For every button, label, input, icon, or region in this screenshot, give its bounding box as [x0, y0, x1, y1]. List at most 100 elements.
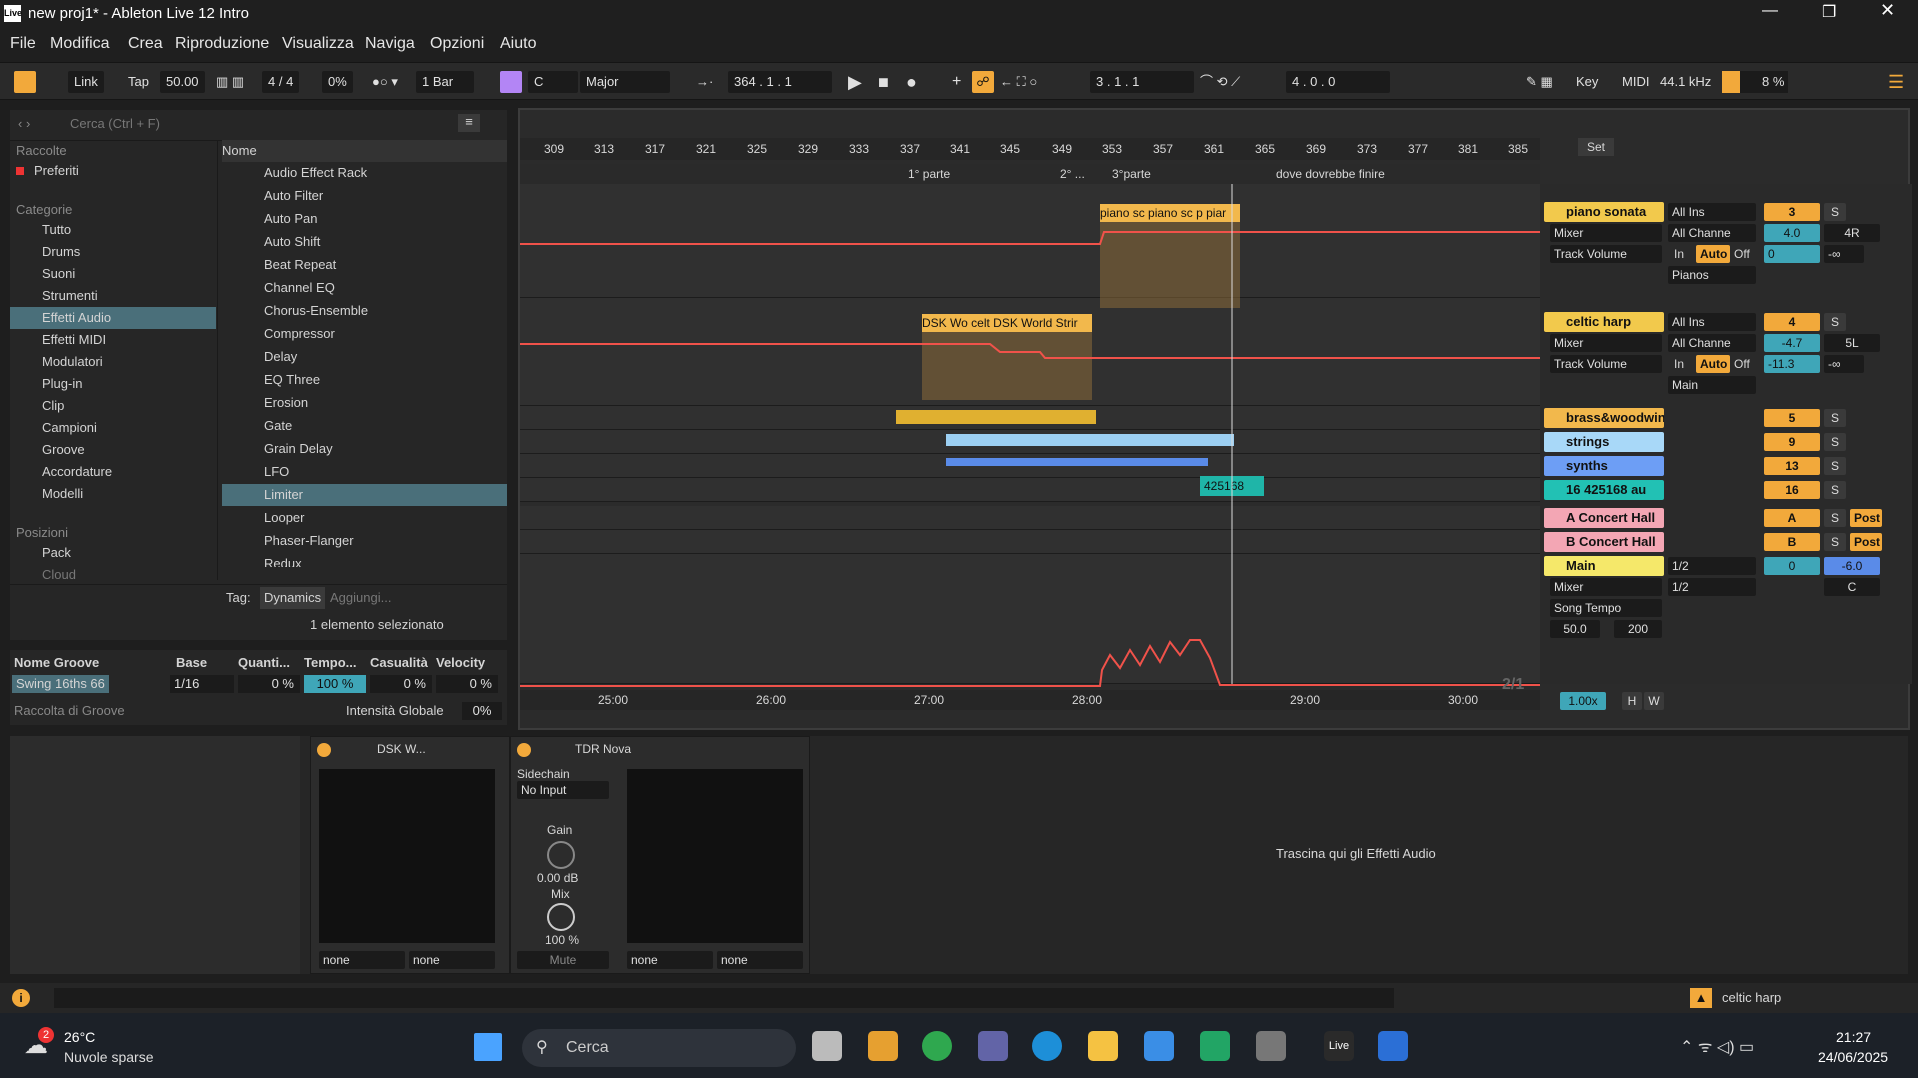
search-box[interactable]: ⚲ Cerca [522, 1029, 796, 1067]
device-tdr-nova[interactable]: TDR Nova Sidechain No Input Gain 0.00 dB… [510, 736, 810, 974]
link-button[interactable]: Link [68, 71, 104, 93]
tempo-min[interactable]: 50.0 [1550, 620, 1600, 638]
automation-param[interactable]: Track Volume [1550, 355, 1662, 373]
sidebar-item-plugin[interactable]: Plug-in [42, 373, 82, 395]
view-toggle-icon[interactable] [14, 71, 36, 93]
draw-mode-icon[interactable]: ✎ ▦ [1526, 71, 1553, 93]
sidebar-item-modulatori[interactable]: Modulatori [42, 351, 103, 373]
loop-length[interactable]: 4 . 0 . 0 [1286, 71, 1390, 93]
list-item[interactable]: Grain Delay [264, 438, 333, 460]
monitor-in[interactable]: In [1670, 245, 1694, 263]
track-header-audio16[interactable]: 16 425168 au [1544, 480, 1664, 500]
monitor-auto[interactable]: Auto [1696, 245, 1730, 263]
swing-field[interactable]: 0% [322, 71, 353, 93]
list-item[interactable]: Erosion [264, 392, 308, 414]
send-field[interactable]: 0 [1764, 245, 1820, 263]
output-select[interactable]: Main [1668, 376, 1756, 394]
monitor-in[interactable]: In [1670, 355, 1694, 373]
list-item[interactable]: Gate [264, 415, 292, 437]
tempo-max[interactable]: 200 [1614, 620, 1662, 638]
track-number[interactable]: 4 [1764, 313, 1820, 331]
loop-icons[interactable]: ⌒ ⟲ ⟋ [1200, 71, 1240, 93]
groove-base[interactable]: 1/16 [170, 675, 234, 693]
input-select[interactable]: All Ins [1668, 313, 1756, 331]
track-header-piano[interactable]: piano sonata [1544, 202, 1664, 222]
overdub-icon[interactable]: + [952, 71, 961, 93]
clock-date[interactable]: 24/06/2025 [1818, 1049, 1888, 1065]
sidebar-item-suoni[interactable]: Suoni [42, 263, 75, 285]
midi-map-button[interactable]: MIDI [1622, 71, 1649, 93]
list-item[interactable]: Looper [264, 507, 304, 529]
ableton-icon[interactable]: Live [1324, 1031, 1354, 1061]
list-item[interactable]: Channel EQ [264, 277, 335, 299]
sidebar-item-groove[interactable]: Groove [42, 439, 85, 461]
macro-select[interactable]: none [319, 951, 405, 969]
menu-visualizza[interactable]: Visualizza [282, 35, 354, 53]
tag-dynamics[interactable]: Dynamics [260, 587, 326, 609]
menu-naviga[interactable]: Naviga [365, 35, 415, 53]
time-signature[interactable]: 4 / 4 [262, 71, 300, 93]
track-header-return-b[interactable]: B Concert Hall [1544, 532, 1664, 552]
pan-field[interactable]: 5L [1824, 334, 1880, 352]
groove-timing[interactable]: 100 % [304, 675, 366, 693]
channel-select[interactable]: All Channe [1668, 334, 1756, 352]
punch-icons[interactable]: ← ⛶ ○ [1000, 71, 1037, 93]
maximize-icon[interactable]: ❐ [1822, 2, 1836, 22]
list-item[interactable]: EQ Three [264, 369, 320, 391]
automation-lines[interactable] [520, 110, 1540, 710]
list-item[interactable]: Redux [264, 553, 302, 567]
scale-select[interactable]: Major [580, 71, 670, 93]
track-number[interactable]: 13 [1764, 457, 1820, 475]
menu-aiuto[interactable]: Aiuto [500, 35, 536, 53]
sidebar-item-effetti-midi[interactable]: Effetti MIDI [42, 329, 106, 351]
solo-button[interactable]: S [1824, 457, 1846, 475]
track-number[interactable]: 9 [1764, 433, 1820, 451]
edge-icon[interactable] [1032, 1031, 1062, 1061]
sidebar-item-modelli[interactable]: Modelli [42, 483, 83, 505]
main-auto-param[interactable]: Song Tempo [1550, 599, 1662, 617]
list-item[interactable]: Chorus-Ensemble [264, 300, 368, 322]
automation-param[interactable]: Track Volume [1550, 245, 1662, 263]
output-select[interactable]: Pianos [1668, 266, 1756, 284]
menu-icon[interactable]: ☰ [1888, 71, 1904, 93]
sidebar-item-preferiti[interactable]: Preferiti [16, 160, 79, 182]
sidebar-item-clip[interactable]: Clip [42, 395, 64, 417]
main-input[interactable]: 1/2 [1668, 557, 1756, 575]
menu-crea[interactable]: Crea [128, 35, 163, 53]
play-icon[interactable]: ▶ [848, 71, 862, 93]
stop-icon[interactable]: ■ [878, 71, 889, 93]
info-icon[interactable]: i [12, 989, 30, 1007]
key-map-button[interactable]: Key [1576, 71, 1598, 93]
track-header-main[interactable]: Main [1544, 556, 1664, 576]
solo-button[interactable]: S [1824, 533, 1846, 551]
explorer-icon[interactable] [1088, 1031, 1118, 1061]
metronome-icon[interactable]: ▥ ▥ [216, 71, 244, 93]
monitor-off[interactable]: Off [1730, 355, 1758, 373]
list-item[interactable]: Auto Filter [264, 185, 323, 207]
solo-button[interactable]: S [1824, 313, 1846, 331]
w-button[interactable]: W [1644, 692, 1664, 710]
main-volume[interactable]: 0 [1764, 557, 1820, 575]
set-button[interactable]: Set [1578, 138, 1614, 156]
menu-file[interactable]: File [10, 35, 36, 53]
solo-button[interactable]: S [1824, 433, 1846, 451]
word-icon[interactable] [1378, 1031, 1408, 1061]
chrome-icon[interactable] [922, 1031, 952, 1061]
track-header-brass[interactable]: brass&woodwin [1544, 408, 1664, 428]
plugin-window[interactable] [627, 769, 803, 943]
sidebar-item-accordature[interactable]: Accordature [42, 461, 112, 483]
device-on-icon[interactable] [517, 743, 531, 757]
post-button[interactable]: Post [1850, 509, 1882, 527]
h-button[interactable]: H [1622, 692, 1642, 710]
drop-zone-hint[interactable]: Trascina qui gli Effetti Audio [1276, 846, 1436, 861]
send-b-field[interactable]: -∞ [1824, 245, 1864, 263]
channel-select[interactable]: All Channe [1668, 224, 1756, 242]
zoom-field[interactable]: 1.00x [1560, 692, 1606, 710]
track-header-synths[interactable]: synths [1544, 456, 1664, 476]
volume-field[interactable]: -4.7 [1764, 334, 1820, 352]
follow-icon[interactable]: →· [696, 71, 713, 93]
sidebar-item-cloud[interactable]: Cloud [42, 564, 76, 586]
minimize-icon[interactable]: — [1762, 2, 1778, 20]
start-icon[interactable] [474, 1033, 502, 1061]
list-item[interactable]: Audio Effect Rack [264, 162, 367, 184]
